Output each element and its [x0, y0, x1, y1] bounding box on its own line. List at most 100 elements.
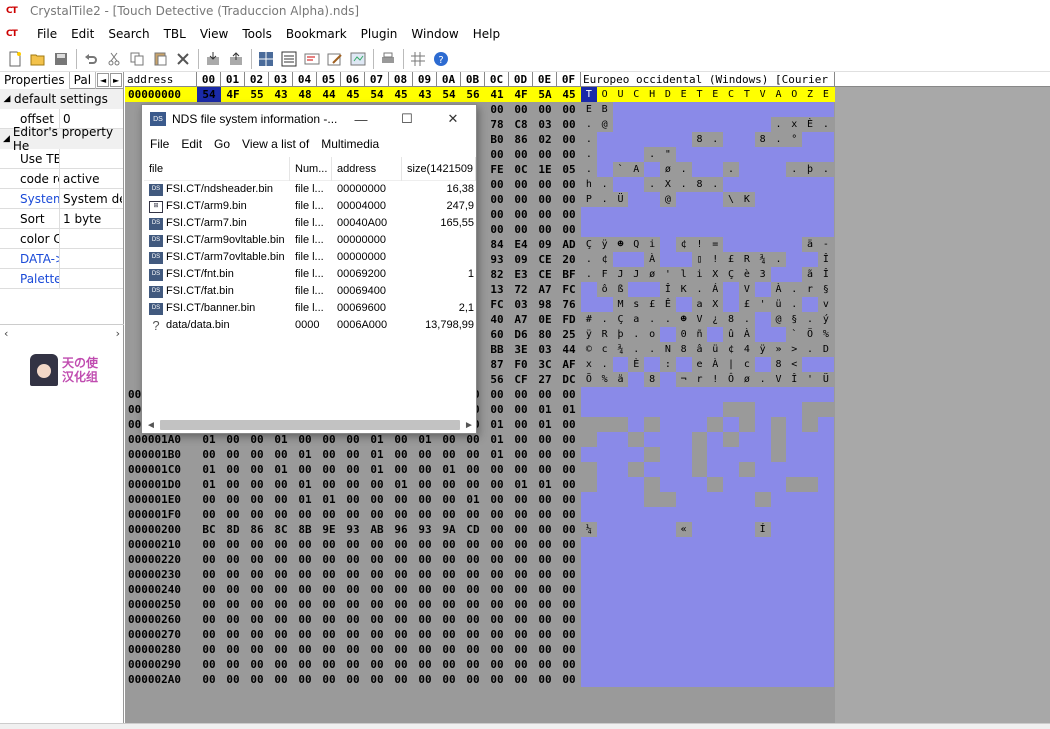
text-char[interactable]	[628, 492, 645, 507]
text-char[interactable]	[817, 132, 834, 147]
text-char[interactable]	[707, 462, 724, 477]
hex-byte[interactable]: 00	[509, 642, 533, 657]
text-char[interactable]	[644, 462, 660, 477]
hex-byte[interactable]: 86	[245, 522, 269, 537]
text-char[interactable]	[802, 522, 818, 537]
text-char[interactable]	[659, 672, 676, 687]
text-char[interactable]	[612, 672, 629, 687]
hex-byte[interactable]: 00	[317, 462, 341, 477]
text-char[interactable]: .	[676, 177, 692, 192]
hex-byte[interactable]: 01	[365, 462, 389, 477]
hex-byte[interactable]: 98	[533, 297, 557, 312]
text-char[interactable]: O	[597, 87, 613, 102]
text-char[interactable]: %	[597, 372, 613, 387]
text-char[interactable]	[786, 207, 803, 222]
text-char[interactable]	[723, 657, 739, 672]
text-char[interactable]: Î	[786, 372, 802, 387]
text-char[interactable]: :	[660, 357, 676, 372]
hex-byte[interactable]: 8D	[221, 522, 245, 537]
hex-editor-button[interactable]	[278, 48, 300, 70]
text-char[interactable]	[612, 222, 629, 237]
text-char[interactable]	[581, 627, 597, 642]
text-char[interactable]	[723, 222, 739, 237]
text-char[interactable]	[770, 537, 787, 552]
hex-byte[interactable]: 86	[509, 132, 533, 147]
dialog-horizontal-scrollbar[interactable]: ◄ ►	[144, 417, 476, 433]
text-char[interactable]: Ê	[660, 297, 676, 312]
text-char[interactable]: Ç	[581, 237, 597, 252]
text-char[interactable]	[581, 297, 597, 312]
text-char[interactable]	[707, 192, 724, 207]
hex-byte[interactable]: 01	[365, 432, 389, 447]
hex-byte[interactable]: FD	[557, 312, 581, 327]
text-char[interactable]: <	[786, 357, 802, 372]
hex-byte[interactable]: 00	[317, 582, 341, 597]
text-char[interactable]	[723, 402, 739, 417]
text-char[interactable]	[723, 147, 739, 162]
hex-byte[interactable]: 41	[485, 87, 509, 102]
text-char[interactable]	[786, 102, 803, 117]
text-char[interactable]	[738, 507, 755, 522]
hex-byte[interactable]: 00	[437, 627, 461, 642]
collapse-icon[interactable]: ◢	[0, 134, 13, 144]
text-char[interactable]	[613, 417, 629, 432]
text-char[interactable]	[723, 627, 739, 642]
text-char[interactable]	[707, 537, 724, 552]
text-char[interactable]	[612, 432, 629, 447]
text-char[interactable]	[802, 252, 818, 267]
text-char[interactable]	[738, 177, 755, 192]
panel-horizontal-scrollbar[interactable]: ‹ ›	[0, 324, 124, 341]
text-char[interactable]	[786, 537, 803, 552]
hex-byte[interactable]: B0	[485, 132, 509, 147]
text-char[interactable]	[802, 132, 818, 147]
text-char[interactable]: V	[771, 372, 787, 387]
text-char[interactable]	[817, 507, 834, 522]
text-char[interactable]	[802, 147, 818, 162]
hex-byte[interactable]: 00	[389, 552, 413, 567]
text-char[interactable]	[817, 102, 834, 117]
text-char[interactable]	[675, 417, 692, 432]
close-icon[interactable]: ✕	[430, 105, 476, 133]
hex-row[interactable]: 00000210 00 00 00 00 00 00 00 00 00 00 00 00 00 00 00 00	[125, 537, 834, 552]
hex-byte[interactable]: 00	[557, 102, 581, 117]
text-char[interactable]	[628, 432, 644, 447]
hex-byte[interactable]: 01	[413, 432, 437, 447]
hex-byte[interactable]: 00	[509, 147, 533, 162]
text-char[interactable]	[723, 672, 739, 687]
text-char[interactable]	[659, 582, 676, 597]
dialog-menu-file[interactable]: File	[144, 137, 175, 151]
text-char[interactable]	[659, 252, 676, 267]
text-char[interactable]: .	[660, 312, 676, 327]
text-char[interactable]	[644, 447, 660, 462]
hex-byte[interactable]: 00	[245, 447, 269, 462]
text-char[interactable]	[675, 492, 692, 507]
hex-byte[interactable]: 00	[557, 222, 581, 237]
hex-byte[interactable]: 00	[437, 597, 461, 612]
text-char[interactable]: ©	[581, 342, 597, 357]
text-char[interactable]	[644, 627, 660, 642]
hex-byte[interactable]: 00	[557, 627, 581, 642]
text-char[interactable]: c	[597, 342, 613, 357]
tab-scroll-right-icon[interactable]: ►	[110, 73, 123, 87]
text-char[interactable]	[612, 522, 629, 537]
text-char[interactable]	[612, 627, 629, 642]
hex-byte[interactable]: 00	[293, 507, 317, 522]
hex-byte[interactable]: 00	[317, 672, 341, 687]
text-char[interactable]: Ç	[613, 312, 629, 327]
text-char[interactable]	[754, 357, 771, 372]
text-char[interactable]	[581, 492, 597, 507]
hex-byte[interactable]: 00	[509, 492, 533, 507]
undo-button[interactable]	[80, 48, 102, 70]
text-char[interactable]	[675, 222, 692, 237]
minimize-icon[interactable]: —	[338, 105, 384, 133]
hex-byte[interactable]: 43	[269, 87, 293, 102]
hex-byte[interactable]: 56	[461, 87, 485, 102]
text-char[interactable]	[675, 297, 692, 312]
hex-byte[interactable]: 00	[221, 582, 245, 597]
file-name-cell[interactable]: ? data/data.bin	[144, 317, 290, 334]
hex-byte[interactable]: 00	[389, 447, 413, 462]
text-char[interactable]: 8	[723, 312, 739, 327]
hex-byte[interactable]: 00	[533, 507, 557, 522]
text-char[interactable]	[739, 462, 755, 477]
text-char[interactable]	[612, 537, 629, 552]
